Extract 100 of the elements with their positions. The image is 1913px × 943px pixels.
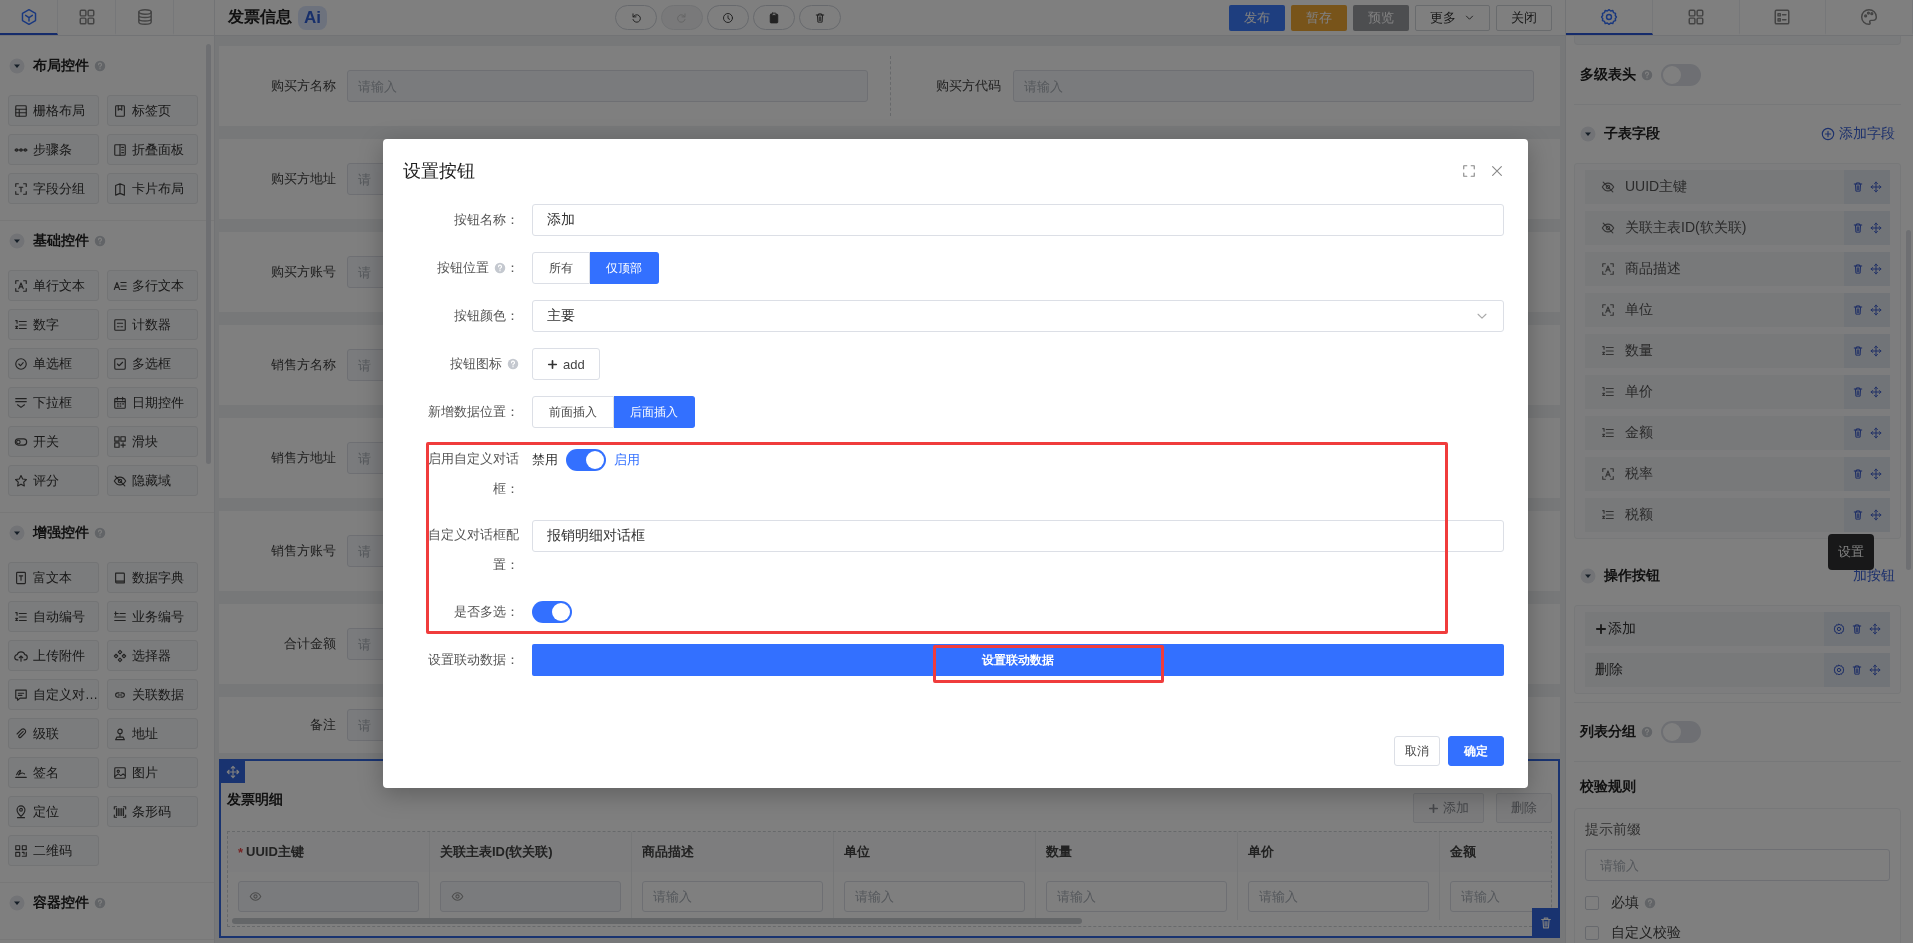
radio-button[interactable]: 所有 [532, 252, 590, 284]
component-item[interactable]: 数字 [8, 309, 99, 340]
toolbar-button[interactable]: 更多 [1415, 4, 1490, 31]
clock-button[interactable] [707, 5, 749, 30]
component-item[interactable]: 计数器 [107, 309, 198, 340]
column-title: UUID主键 [246, 843, 304, 861]
component-item[interactable]: 多行文本 [107, 270, 198, 301]
move-icon[interactable] [1870, 509, 1882, 521]
component-item[interactable]: 富文本 [8, 562, 99, 593]
component-item[interactable]: 自定义对… [8, 679, 99, 710]
input-field[interactable]: 报销明细对话框 [532, 520, 1504, 552]
radio-button[interactable]: 仅顶部 [590, 252, 659, 284]
component-item[interactable]: 二维码 [8, 835, 99, 866]
component-item[interactable]: 定位 [8, 796, 99, 827]
field-item[interactable]: 商品描述 [1585, 252, 1890, 286]
trash-icon[interactable] [1852, 222, 1864, 234]
component-item[interactable]: 日期控件 [107, 387, 198, 418]
component-item[interactable]: 单选框 [8, 348, 99, 379]
add-link[interactable]: 加按钮 [1853, 567, 1895, 585]
radio-button[interactable]: 后面插入 [614, 396, 695, 428]
trash-icon[interactable] [1852, 427, 1864, 439]
component-item[interactable]: 地址 [107, 718, 198, 749]
component-item[interactable]: 签名 [8, 757, 99, 788]
move-icon[interactable] [1870, 222, 1882, 234]
add-link[interactable]: 添加字段 [1821, 125, 1895, 143]
field-item[interactable]: 金额 [1585, 416, 1890, 450]
move-icon[interactable] [1870, 386, 1882, 398]
component-item[interactable]: 折叠面板 [107, 134, 198, 165]
trash-button[interactable] [799, 5, 841, 30]
move-icon[interactable] [1869, 623, 1881, 635]
component-item[interactable]: 步骤条 [8, 134, 99, 165]
trash-icon[interactable] [1852, 386, 1864, 398]
toolbar-button[interactable]: 关闭 [1496, 4, 1552, 31]
component-item[interactable]: 栅格布局 [8, 95, 99, 126]
move-icon[interactable] [1869, 664, 1881, 676]
component-item[interactable]: 下拉框 [8, 387, 99, 418]
scrollbar-thumb[interactable] [232, 918, 1082, 924]
component-item[interactable]: 上传附件 [8, 640, 99, 671]
panel-tab[interactable] [0, 0, 58, 35]
trash-icon[interactable] [1852, 509, 1864, 521]
settings-icon[interactable] [1833, 623, 1845, 635]
component-item[interactable]: 评分 [8, 465, 99, 496]
component-item[interactable]: 级联 [8, 718, 99, 749]
trash-icon[interactable] [1852, 468, 1864, 480]
field-item[interactable]: 关联主表ID(软关联) [1585, 211, 1890, 245]
component-item[interactable]: 标签页 [107, 95, 198, 126]
toolbar-button[interactable]: 发布 [1229, 4, 1285, 31]
component-item[interactable]: 选择器 [107, 640, 198, 671]
clipboard-button[interactable] [753, 5, 795, 30]
checkbox[interactable] [1585, 896, 1599, 910]
trash-icon[interactable] [1852, 304, 1864, 316]
button-item[interactable]: 删除 [1585, 653, 1890, 687]
trash-icon[interactable] [1852, 181, 1864, 193]
field-item[interactable]: 单位 [1585, 293, 1890, 327]
input-field[interactable]: 添加 [532, 204, 1504, 236]
close-icon[interactable] [1490, 163, 1504, 178]
field-item[interactable]: 数量 [1585, 334, 1890, 368]
select-field[interactable]: 主要 [532, 300, 1504, 332]
settings-icon[interactable] [1833, 664, 1845, 676]
component-item[interactable]: 图片 [107, 757, 198, 788]
field-item[interactable]: 税率 [1585, 457, 1890, 491]
button-item[interactable]: 添加 [1585, 612, 1890, 646]
fullscreen-icon[interactable] [1462, 163, 1476, 178]
component-item[interactable]: 自动编号 [8, 601, 99, 632]
undo-button[interactable] [615, 5, 657, 30]
component-item[interactable]: 单行文本 [8, 270, 99, 301]
move-icon[interactable] [1870, 304, 1882, 316]
component-item[interactable]: 多选框 [107, 348, 198, 379]
toggle-switch[interactable] [566, 449, 606, 471]
radio-button[interactable]: 前面插入 [532, 396, 614, 428]
field-item[interactable]: 税额 [1585, 498, 1890, 532]
component-item[interactable]: 关联数据 [107, 679, 198, 710]
icon-picker-button[interactable]: add [532, 348, 600, 380]
trash-icon[interactable] [1852, 345, 1864, 357]
linkage-data-button[interactable]: 设置联动数据 [532, 644, 1504, 676]
field-item[interactable]: 单价 [1585, 375, 1890, 409]
trash-icon[interactable] [1851, 623, 1863, 635]
checkbox[interactable] [1585, 926, 1599, 940]
component-item[interactable]: 业务编号 [107, 601, 198, 632]
move-icon[interactable] [1870, 427, 1882, 439]
cancel-button[interactable]: 取消 [1394, 736, 1440, 766]
component-item[interactable]: 滑块 [107, 426, 198, 457]
component-item[interactable]: 开关 [8, 426, 99, 457]
component-item[interactable]: 字段分组 [8, 173, 99, 204]
move-handle[interactable] [221, 761, 245, 783]
move-icon[interactable] [1870, 468, 1882, 480]
component-item[interactable]: 隐藏域 [107, 465, 198, 496]
component-item[interactable]: 卡片布局 [107, 173, 198, 204]
component-item[interactable]: 条形码 [107, 796, 198, 827]
field-item[interactable]: UUID主键 [1585, 170, 1890, 204]
ai-logo[interactable]: Ai [298, 5, 327, 30]
confirm-button[interactable]: 确定 [1448, 736, 1504, 766]
trash-icon[interactable] [1851, 664, 1863, 676]
trash-icon[interactable] [1852, 263, 1864, 275]
component-item[interactable]: 数据字典 [107, 562, 198, 593]
toggle-switch[interactable] [532, 601, 572, 623]
move-icon[interactable] [1870, 345, 1882, 357]
move-icon[interactable] [1870, 263, 1882, 275]
move-icon[interactable] [1870, 181, 1882, 193]
delete-button[interactable] [1532, 908, 1560, 938]
